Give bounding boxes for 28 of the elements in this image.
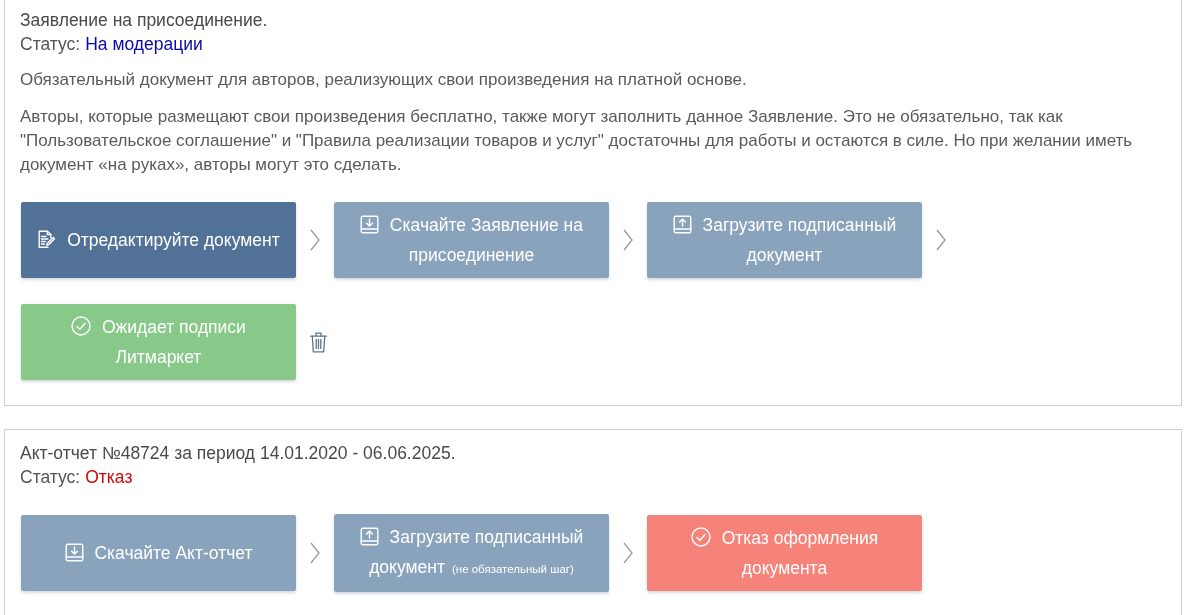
- download-icon: [64, 543, 84, 562]
- status-label: Статус:: [20, 34, 81, 54]
- description-paragraph: Обязательный документ для авторов, реализующих свои произведения на платной основе.: [20, 69, 748, 91]
- chevron-right-icon: [310, 229, 320, 251]
- check-circle-icon: [71, 316, 92, 336]
- status-step: Ожидает подписи Литмаркет: [21, 304, 296, 380]
- status-step: Отказ оформления документа: [647, 515, 922, 591]
- edit-document-icon: [37, 230, 57, 249]
- trash-icon[interactable]: [310, 331, 327, 353]
- edit-document-button[interactable]: Отредактируйте документ: [21, 202, 296, 278]
- upload-icon: [359, 527, 379, 546]
- upload-icon: [672, 215, 692, 234]
- chevron-right-icon: [310, 542, 320, 564]
- chevron-right-icon: [936, 229, 946, 251]
- status-value: На модерации: [85, 34, 203, 54]
- status-value: Отказ: [85, 467, 133, 487]
- chevron-right-icon: [623, 542, 633, 564]
- document-title: Заявление на присоединение.: [20, 9, 269, 32]
- upload-button[interactable]: Загрузите подписанный документ (не обязательный шаг): [334, 514, 609, 592]
- download-button[interactable]: Скачайте Акт-отчет: [21, 515, 296, 591]
- document-title: Акт-отчет №48724 за период 14.01.2020 - 06.06.2025.: [20, 442, 457, 465]
- download-icon: [360, 215, 379, 234]
- description-paragraph: Авторы, которые размещают свои произведения бесплатно, также могут заполнить данное Заявление. Это не обязательно, так как "Пользовательское соглашение" и "Правила реализации товаров и услуг" достаточны для работы и остаются в силе. Но при желании иметь документ «на руках», авторы могут это сделать.: [20, 106, 1134, 176]
- upload-button[interactable]: Загрузите подписанный документ: [647, 202, 922, 278]
- check-circle-icon: [690, 527, 711, 547]
- chevron-right-icon: [623, 229, 633, 251]
- download-button[interactable]: Скачайте Заявление на присоединение: [334, 202, 609, 278]
- status-label: Статус:: [20, 467, 81, 487]
